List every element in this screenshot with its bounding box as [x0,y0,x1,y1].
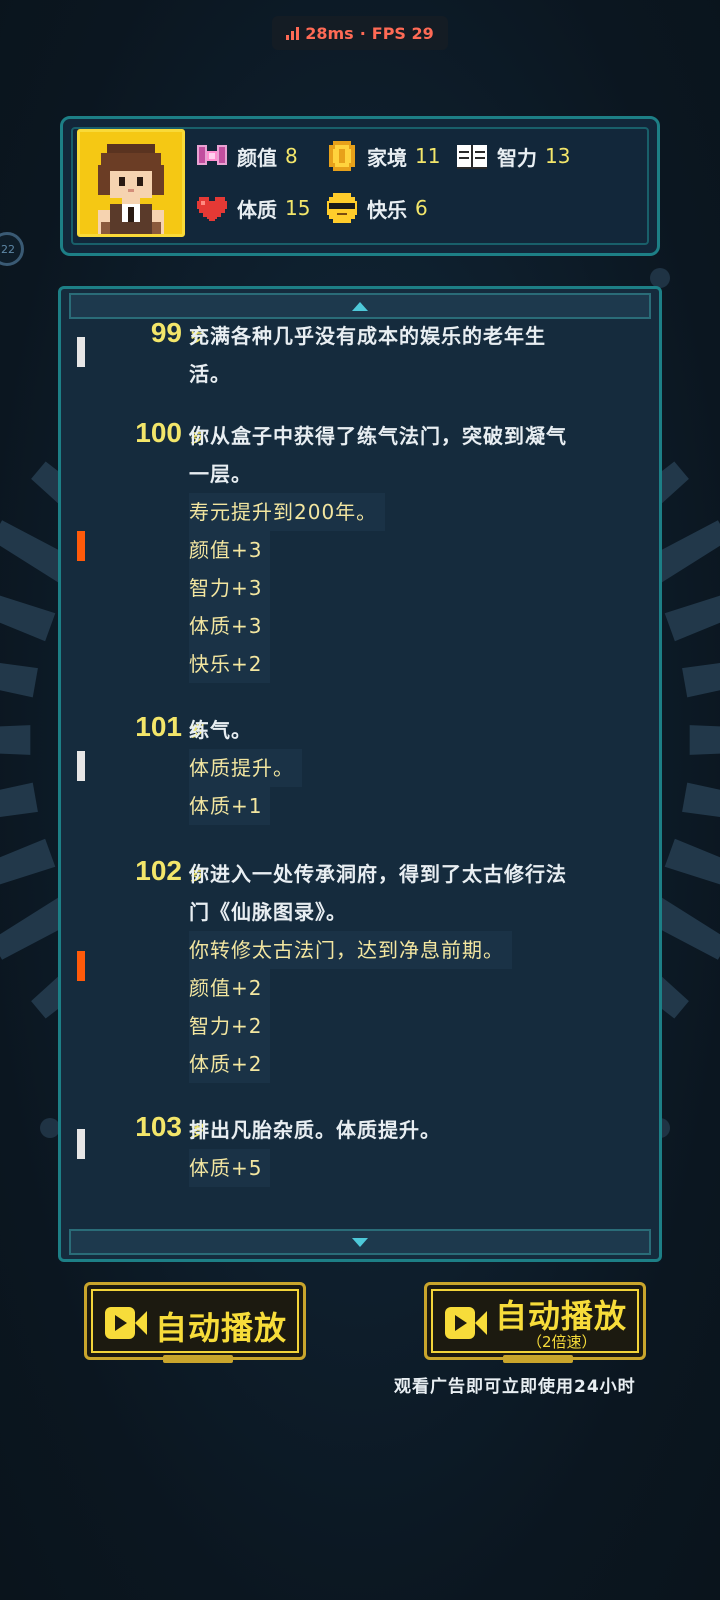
burst-ray [682,662,720,698]
event-marker [77,337,85,367]
log-line: 你转修太古法门，达到净息前期。 [189,931,512,969]
burst-ray [664,595,720,642]
event-marker [77,1129,85,1159]
ping-value: 28ms [305,23,354,43]
stat-label: 快乐 [367,197,407,222]
pixel-character-icon [80,132,182,234]
log-line: 体质+5 [189,1149,271,1187]
auto-play-2x-button[interactable]: 自动播放 （2倍速） [424,1282,646,1363]
stat-constitution: 体质 15 [195,188,310,228]
video-camera-icon [445,1307,487,1339]
log-line: 活。 [189,362,231,386]
stat-value: 15 [285,196,311,220]
stat-appearance: 颜值 8 [195,136,298,176]
log-line: 体质+3 [189,607,271,645]
life-log-panel[interactable]: 99 岁 充满各种几乎没有成本的娱乐的老年生 活。 100 岁 你从盒子中获得了练气… [58,286,662,1262]
log-line: 一层。 [189,462,252,486]
burst-dot [650,268,670,288]
log-line: 颜值+3 [189,531,271,569]
auto-play-label: 自动播放 [155,1309,288,1347]
log-line: 颜值+2 [189,969,271,1007]
stat-value: 13 [545,144,571,168]
status-separator: · [359,23,366,43]
scroll-down-button[interactable] [69,1229,651,1255]
side-badge-text: 22 [1,242,15,256]
scroll-up-button[interactable] [69,293,651,319]
burst-ray [0,782,38,818]
ad-note-text: 观看广告即可立即使用24小时 [394,1377,636,1397]
burst-ray [0,725,31,755]
log-line: 体质提升。 [189,749,302,787]
sunglasses-face-icon [327,193,357,223]
auto-play-button[interactable]: 自动播放 [84,1282,306,1363]
book-icon [457,145,487,169]
log-line: 智力+3 [189,569,271,607]
stat-label: 智力 [497,145,537,170]
burst-ray [0,662,38,698]
stat-label: 颜值 [237,145,277,170]
burst-dot [40,1118,60,1138]
coin-icon [329,141,355,171]
burst-ray [689,725,720,755]
signal-icon [286,26,300,40]
stat-intelligence: 智力 13 [455,136,570,176]
video-camera-icon [105,1307,147,1339]
log-line: 你进入一处传承洞府，得到了太古修行法 [189,862,567,886]
bow-icon [197,145,227,165]
log-line: 你从盒子中获得了练气法门，突破到凝气 [189,424,567,448]
log-line: 充满各种几乎没有成本的娱乐的老年生 [189,324,546,348]
stat-family: 家境 11 [325,136,440,176]
log-line: 门《仙脉图录》。 [189,900,347,924]
log-line: 寿元提升到200年。 [189,493,386,531]
attributes-panel: 颜值 8 家境 11 智力 13 体质 15 快乐 6 [60,116,660,256]
stat-value: 6 [415,196,428,220]
log-line: 智力+2 [189,1007,271,1045]
fps-value: FPS 29 [371,23,434,43]
log-line: 排出凡胎杂质。体质提升。 [189,1118,441,1142]
stat-label: 体质 [237,197,277,222]
heart-icon [197,197,227,221]
stat-label: 家境 [367,145,407,170]
stat-value: 11 [415,144,441,168]
triangle-up-icon [352,301,368,311]
event-marker [77,531,85,561]
burst-ray [0,595,56,642]
log-line: 练气。 [189,718,252,742]
burst-ray [664,838,720,885]
log-line: 快乐+2 [189,645,271,683]
stat-happiness: 快乐 6 [325,188,428,228]
stat-value: 8 [285,144,298,168]
network-status: 28ms · FPS 29 [272,16,448,50]
avatar [77,129,185,237]
event-marker [77,751,85,781]
event-marker [77,951,85,981]
burst-ray [0,838,56,885]
speed-note: （2倍速） [527,1333,597,1351]
log-line: 体质+1 [189,787,271,825]
burst-ray [682,782,720,818]
triangle-down-icon [352,1237,368,1247]
log-line: 体质+2 [189,1045,271,1083]
